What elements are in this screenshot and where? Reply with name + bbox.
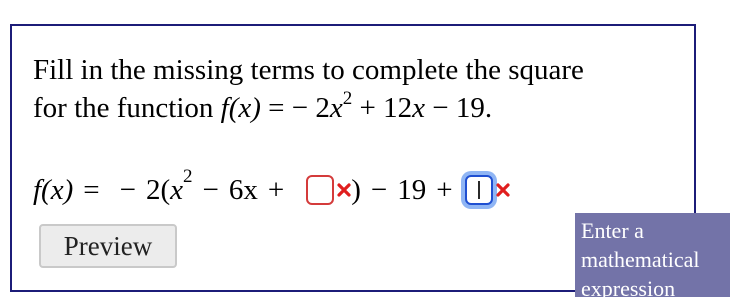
prompt-line-2-prefix: for the function (33, 92, 221, 124)
prompt-line-1: Fill in the missing terms to complete th… (33, 54, 584, 86)
rhs-x2: x (412, 92, 425, 124)
rhs-coef: 2 (315, 92, 330, 124)
error-x-icon (337, 183, 351, 197)
eq-exp: 2 (183, 166, 193, 187)
question-prompt: Fill in the missing terms to complete th… (33, 51, 584, 131)
eq-plus-2: + (436, 174, 453, 206)
answer-blank-1[interactable] (306, 175, 335, 205)
rhs-eq: = (268, 92, 285, 124)
prompt-line-2: for the function f(x) = − 2x2 + 12x − 19… (33, 88, 584, 131)
eq-coef: 2( (145, 174, 171, 206)
answer-blank-2[interactable] (464, 175, 493, 205)
eq-6x: 6x (228, 174, 258, 206)
rhs-12: 12 (383, 92, 413, 124)
rhs-x: x (329, 92, 343, 124)
rhs-minus2: − (432, 92, 449, 124)
eq-minus-2: − (370, 174, 388, 206)
rhs-plus: + (359, 92, 376, 124)
equation-row: f(x) = − 2(x 2 − 6x + ) − 19 + (33, 166, 510, 210)
rhs-19: 19. (455, 92, 493, 124)
eq-x: x (170, 174, 184, 206)
eq-close-paren: ) (351, 174, 361, 206)
eq-plus-1: + (267, 174, 285, 206)
eq-minus-1: − (202, 174, 219, 206)
eq-19: 19 (397, 174, 427, 206)
rhs-exp: 2 (342, 88, 353, 109)
eq-equals: = (83, 174, 100, 206)
eq-minus: − (119, 174, 136, 206)
error-x-icon (496, 183, 510, 197)
rhs-minus: − (291, 92, 309, 124)
function-name: f(x) (220, 92, 261, 124)
input-tooltip: Enter a mathematical expression (575, 213, 730, 297)
eq-lhs: f(x) (33, 174, 74, 206)
preview-button[interactable]: Preview (39, 224, 177, 268)
